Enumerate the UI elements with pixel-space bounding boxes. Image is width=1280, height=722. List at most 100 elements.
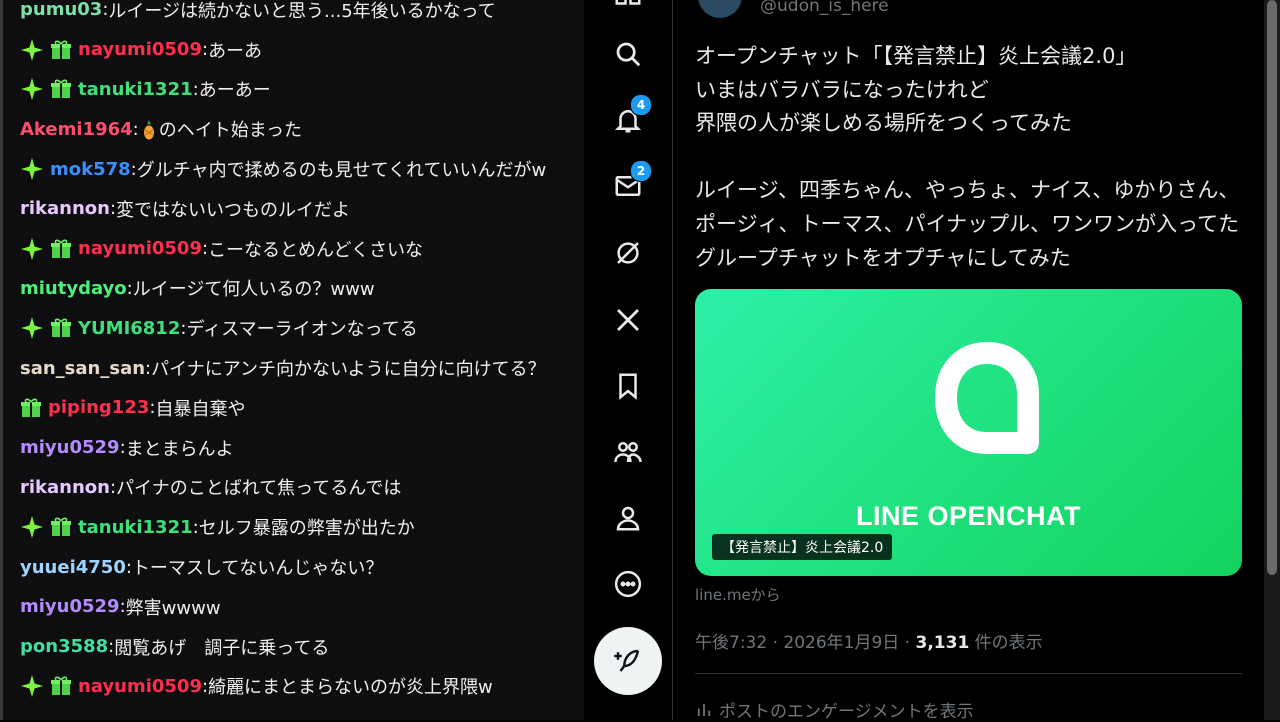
- chat-message-text: セルフ暴露の弊害が出たか: [198, 518, 415, 540]
- post-meta: 午後7:32 · 2026年1月9日 · 3,131 件の表示: [695, 628, 1043, 653]
- home-icon[interactable]: [608, 0, 648, 26]
- chat-message-text: ルイージて何人いるの？www: [132, 279, 375, 301]
- chat-message: nayumi0509: こーなるとめんどくさいな: [20, 229, 580, 269]
- chat-message-text: ディスマーライオンなってる: [186, 319, 418, 341]
- chat-message-text: あーあー: [198, 80, 271, 102]
- chat-username[interactable]: miyu0529: [20, 596, 120, 617]
- chat-message-text: 閲覧あげ 調子に乗ってる: [114, 637, 330, 659]
- card-domain[interactable]: line.meから: [695, 584, 781, 605]
- chat-username[interactable]: Akemi1964: [20, 119, 133, 140]
- chat-message-text: 弊害wwww: [125, 597, 221, 619]
- post-timestamp[interactable]: 午後7:32 · 2026年1月9日 ·: [695, 633, 916, 653]
- chat-message-text: パイナにアンチ向かないように自分に向けてる？: [151, 359, 546, 381]
- grok-icon[interactable]: [608, 233, 648, 273]
- view-count: 3,131: [915, 633, 970, 653]
- chat-message: YUMI6812: ディスマーライオンなってる: [20, 308, 580, 348]
- messages-count-badge: 2: [630, 160, 652, 182]
- notifications-count-badge: 4: [630, 94, 652, 116]
- post-author-handle[interactable]: @udon_is_here: [760, 0, 889, 16]
- post-text: オープンチャット「【発言禁止】炎上会議2.0」 いまはバラバラになったけれど 界…: [695, 44, 1240, 270]
- x-logo-icon[interactable]: [608, 300, 648, 340]
- view-engagement-link[interactable]: ポストのエンゲージメントを表示: [695, 697, 974, 722]
- profile-icon[interactable]: [608, 498, 648, 538]
- analytics-icon: [697, 703, 711, 716]
- post-detail: @udon_is_here オープンチャット「【発言禁止】炎上会議2.0」 いま…: [674, 0, 1264, 722]
- sparkle-badge-icon[interactable]: [20, 157, 44, 181]
- view-count-suffix: 件の表示: [969, 633, 1043, 653]
- chat-username[interactable]: pumu03: [20, 0, 102, 20]
- search-icon[interactable]: [608, 34, 648, 74]
- chat-message: pumu03: ルイージは続かないと思う...5年後いるかなって: [20, 0, 580, 30]
- sparkle-badge-icon[interactable]: [20, 237, 44, 261]
- chat-username[interactable]: rikannon: [20, 477, 110, 498]
- notifications-bell-icon[interactable]: 4: [608, 94, 652, 140]
- gift-badge-icon[interactable]: [50, 40, 72, 60]
- chat-username[interactable]: YUMI6812: [78, 318, 180, 339]
- chat-message: san_san_san: パイナにアンチ向かないように自分に向けてる？: [20, 348, 580, 388]
- chat-username[interactable]: rikannon: [20, 198, 110, 219]
- chat-username[interactable]: miyu0529: [20, 437, 120, 458]
- gift-badge-icon[interactable]: [20, 398, 42, 418]
- sparkle-badge-icon[interactable]: [20, 77, 44, 101]
- avatar[interactable]: [698, 0, 742, 18]
- chat-username[interactable]: piping123: [48, 397, 149, 418]
- gift-badge-icon[interactable]: [50, 79, 72, 99]
- chat-message-text: 変ではないいつものルイだよ: [116, 199, 351, 221]
- gift-badge-icon[interactable]: [50, 517, 72, 537]
- more-icon[interactable]: [608, 564, 648, 604]
- sparkle-badge-icon[interactable]: [20, 674, 44, 698]
- sparkle-badge-icon[interactable]: [20, 316, 44, 340]
- communities-icon[interactable]: [608, 432, 648, 472]
- mail-icon[interactable]: 2: [608, 160, 652, 206]
- gift-badge-icon[interactable]: [50, 676, 72, 696]
- chat-message: piping123: 自暴自棄や: [20, 388, 580, 428]
- chat-username[interactable]: san_san_san: [20, 358, 145, 379]
- line-openchat-logo-icon: [935, 342, 1039, 454]
- chat-username[interactable]: miutydayo: [20, 278, 127, 299]
- chat-message: yuuei4750: トーマスしてないんじゃない？: [20, 547, 580, 587]
- chat-message: nayumi0509: あーあ: [20, 30, 580, 70]
- chat-message: nayumi0509: 綺麗にまとまらないのが炎上界隈w: [20, 667, 580, 707]
- chat-username[interactable]: nayumi0509: [78, 676, 202, 697]
- gift-badge-icon[interactable]: [50, 239, 72, 259]
- chat-username[interactable]: tanuki1321: [78, 517, 193, 538]
- chat-message-text: のヘイト始まった: [158, 120, 303, 142]
- chat-message-text: ルイージは続かないと思う...5年後いるかなって: [108, 0, 496, 22]
- card-brand-text: LINE OPENCHAT: [855, 501, 1081, 531]
- scrollbar[interactable]: [1264, 0, 1280, 720]
- chat-panel: pumu03: ルイージは続かないと思う...5年後いるかなって nayumi05…: [0, 0, 584, 720]
- chat-message: rikannon: パイナのことばれて焦ってるんでは: [20, 468, 580, 508]
- chat-username[interactable]: pon3588: [20, 636, 108, 657]
- gift-badge-icon[interactable]: [50, 318, 72, 338]
- chat-message: rikannon: 変ではないいつものルイだよ: [20, 189, 580, 229]
- chat-message: mok578: グルチャ内で揉めるのも見せてくれていいんだがw: [20, 149, 580, 189]
- chat-username[interactable]: nayumi0509: [78, 39, 202, 60]
- bookmark-icon[interactable]: [608, 366, 648, 406]
- pineapple-emote-icon: [139, 119, 159, 140]
- chat-username[interactable]: mok578: [50, 159, 131, 180]
- chat-username[interactable]: nayumi0509: [78, 238, 202, 259]
- chat-message: pon3588: 閲覧あげ 調子に乗ってる: [20, 627, 580, 667]
- divider: [695, 673, 1242, 674]
- compose-post-button[interactable]: [594, 627, 662, 695]
- chat-message-text: あーあ: [208, 40, 263, 62]
- chat-username[interactable]: tanuki1321: [78, 79, 193, 100]
- chat-message: miyu0529: まとまらんよ: [20, 428, 580, 468]
- link-preview-card[interactable]: LINE OPENCHAT 【発言禁止】炎上会議2.0: [695, 289, 1242, 576]
- feather-plus-icon: [614, 649, 640, 672]
- chat-message: miyu0529: 弊害wwww: [20, 587, 580, 627]
- chat-message: miutydayo: ルイージて何人いるの？www: [20, 269, 580, 309]
- scrollbar-thumb[interactable]: [1267, 0, 1277, 575]
- chat-message-list: pumu03: ルイージは続かないと思う...5年後いるかなって nayumi05…: [20, 0, 580, 706]
- chat-message-text: まとまらんよ: [125, 438, 234, 460]
- sparkle-badge-icon[interactable]: [20, 515, 44, 539]
- nav-rail: 4 2: [584, 0, 673, 720]
- sparkle-badge-icon[interactable]: [20, 38, 44, 62]
- view-engagement-label: ポストのエンゲージメントを表示: [719, 702, 974, 722]
- chat-message: tanuki1321: セルフ暴露の弊害が出たか: [20, 507, 580, 547]
- chat-message-text: パイナのことばれて焦ってるんでは: [116, 478, 402, 500]
- chat-username[interactable]: yuuei4750: [20, 557, 126, 578]
- chat-message-text: 綺麗にまとまらないのが炎上界隈w: [208, 677, 493, 699]
- chat-message-text: こーなるとめんどくさいな: [208, 239, 423, 261]
- card-caption: 【発言禁止】炎上会議2.0: [712, 534, 893, 560]
